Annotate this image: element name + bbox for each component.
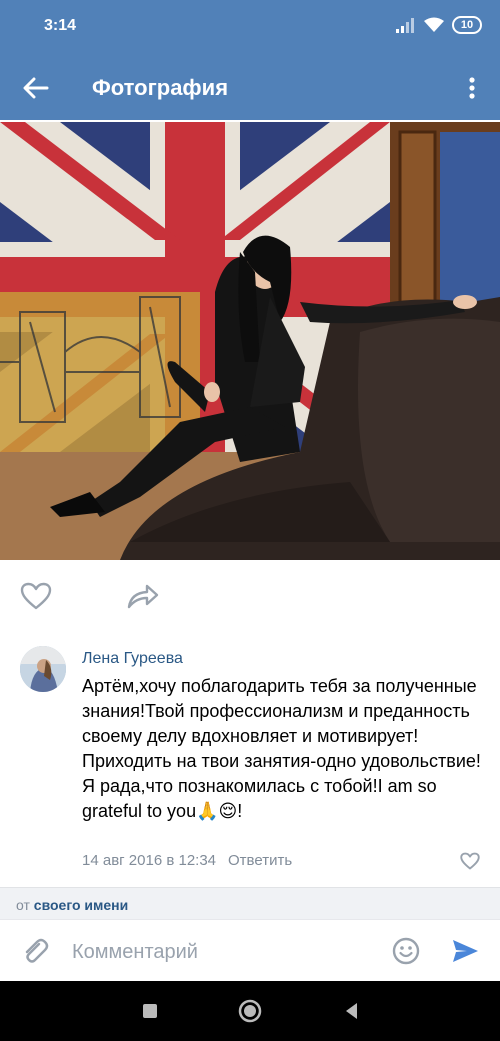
photo[interactable] [0,122,500,560]
comment-meta: 14 авг 2016 в 12:34 Ответить [82,852,292,869]
recents-button[interactable] [138,999,162,1023]
heart-icon [460,852,480,870]
smile-icon [392,937,420,965]
battery-icon: 10 [452,16,482,34]
battery-level: 10 [460,19,474,31]
sender-label: от своего имени [16,897,128,913]
send-button[interactable] [450,936,480,966]
status-icons: 10 [396,16,482,34]
share-button[interactable] [126,582,160,610]
reply-link[interactable]: Ответить [228,852,292,869]
comment-author[interactable]: Лена Гуреева [82,650,183,668]
more-vertical-icon [469,77,475,99]
signal-icon [396,18,414,33]
avatar-image [20,646,66,692]
sender-prefix: от [16,897,30,913]
back-nav-button[interactable] [340,999,364,1023]
comment-like-button[interactable] [460,852,480,870]
paperclip-icon [25,938,49,963]
like-button[interactable] [20,582,52,610]
comment: Лена Гуреева Артём,хочу поблагодарить те… [0,632,500,887]
status-time: 3:14 [44,17,77,34]
back-button[interactable] [20,72,52,104]
arrow-left-icon [23,77,49,99]
circle-icon [238,999,262,1023]
avatar[interactable] [20,646,66,692]
comment-date: 14 авг 2016 в 12:34 [82,852,217,869]
home-button[interactable] [238,999,262,1023]
status-bar: 3:14 10 [0,0,500,56]
sender-selector[interactable]: от своего имени [0,887,500,919]
more-menu-button[interactable] [460,72,484,104]
page-title: Фотография [92,75,229,100]
sender-name[interactable]: своего имени [34,897,128,913]
photo-image [0,122,500,560]
triangle-back-icon [346,1003,357,1019]
app-bar: Фотография [0,56,500,120]
send-icon [453,940,478,962]
comment-composer [0,919,500,981]
comment-input[interactable] [72,934,372,970]
system-nav-bar [0,981,500,1041]
attach-button[interactable] [20,936,50,966]
emoji-button[interactable] [391,936,421,966]
share-icon [127,584,159,609]
square-icon [143,1004,157,1018]
wifi-icon [424,17,444,32]
comment-text: Артём,хочу поблагодарить тебя за получен… [82,676,481,821]
heart-icon [20,582,52,610]
photo-actions [0,560,500,632]
